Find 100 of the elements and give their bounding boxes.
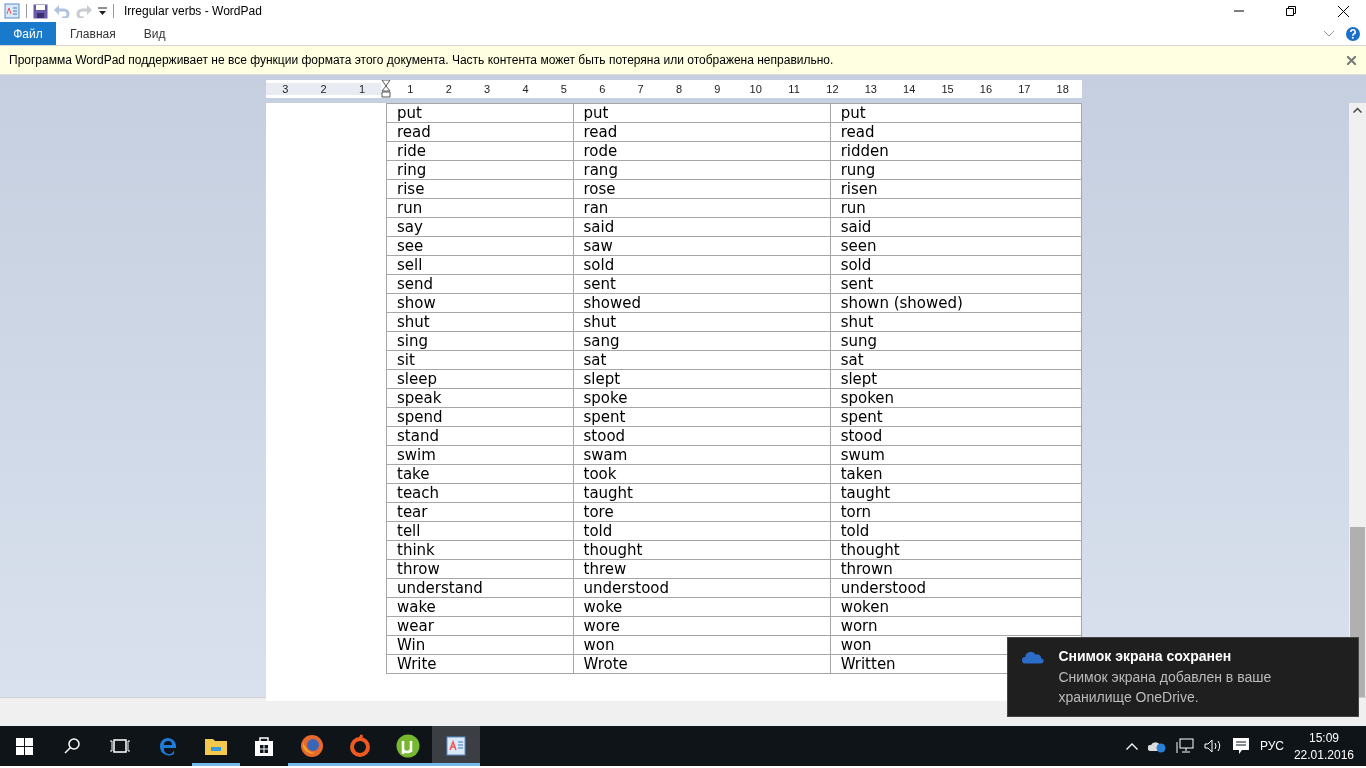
table-cell: Win <box>386 635 573 655</box>
message-icon[interactable] <box>1231 737 1250 755</box>
table-cell: ridden <box>830 141 1082 161</box>
ruler-number: 4 <box>521 83 530 95</box>
table-cell: spend <box>386 407 573 427</box>
ruler-number: 12 <box>825 83 840 95</box>
document-icon <box>4 3 20 19</box>
table-cell: Write <box>386 654 573 674</box>
notification-toast[interactable]: Снимок экрана сохранен Снимок экрана добавлен в ваше хранилище OneDrive. <box>1007 637 1359 717</box>
table-cell: taught <box>573 483 831 503</box>
table-cell: sit <box>386 350 573 370</box>
ruler-number: 2 <box>444 83 453 95</box>
table-cell: threw <box>573 559 831 579</box>
ribbon-tab[interactable]: Вид <box>129 22 180 45</box>
table-cell: rise <box>386 179 573 199</box>
browser-e-icon <box>157 735 179 757</box>
clock[interactable]: 15:09 22.01.2016 <box>1293 729 1354 763</box>
table-cell: spent <box>830 407 1082 427</box>
ruler-number: 15 <box>940 83 955 95</box>
table-cell: sang <box>573 331 831 351</box>
table-cell: saw <box>573 236 831 256</box>
table-cell: shut <box>830 312 1082 332</box>
speaker-icon[interactable] <box>1203 739 1222 753</box>
help-icon[interactable] <box>1346 26 1360 41</box>
table-cell: ran <box>573 198 831 218</box>
table-cell: sing <box>386 331 573 351</box>
mu-letter-icon <box>396 734 420 758</box>
table-cell: swum <box>830 445 1082 465</box>
ribbon-tab[interactable]: Главная <box>56 22 130 45</box>
table-cell: worn <box>830 616 1082 636</box>
table-cell: understood <box>830 578 1082 598</box>
table-cell: thought <box>830 540 1082 560</box>
clock-time: 15:09 <box>1308 729 1339 746</box>
ruler-number: 18 <box>1055 83 1070 95</box>
ruler-number: 1 <box>406 83 415 95</box>
ribbon-tab[interactable]: Файл <box>0 22 56 45</box>
close-icon <box>1346 55 1356 65</box>
table-cell: throw <box>386 559 573 579</box>
windows-logo-icon <box>15 737 33 755</box>
table-cell: put <box>573 103 831 123</box>
ruler-number: 3 <box>483 83 492 95</box>
cloud-sync-icon[interactable] <box>1147 739 1166 753</box>
table-cell: sold <box>830 255 1082 275</box>
table-cell: won <box>573 635 831 655</box>
table-cell: thrown <box>830 559 1082 579</box>
table-cell: tell <box>386 521 573 541</box>
language-indicator[interactable]: РУС <box>1259 739 1284 753</box>
table-cell: sent <box>573 274 831 294</box>
ruler-number: 6 <box>598 83 607 95</box>
table-cell: said <box>573 217 831 237</box>
ruler-number: 8 <box>674 83 683 95</box>
table-cell: woken <box>830 597 1082 617</box>
table-cell: taken <box>830 464 1082 484</box>
table-cell: spent <box>573 407 831 427</box>
table-cell: sat <box>573 350 831 370</box>
ruler-number: 5 <box>559 83 568 95</box>
ruler-number: 9 <box>713 83 722 95</box>
close-icon <box>1337 5 1349 17</box>
chevron-down-icon[interactable] <box>1324 30 1334 37</box>
table-cell: risen <box>830 179 1082 199</box>
table-cell: thought <box>573 540 831 560</box>
table-cell: tear <box>386 502 573 522</box>
table-cell: swam <box>573 445 831 465</box>
table-cell: take <box>386 464 573 484</box>
indent-marker-icon[interactable] <box>381 80 392 98</box>
table-cell: see <box>386 236 573 256</box>
table-cell: think <box>386 540 573 560</box>
table-cell: sung <box>830 331 1082 351</box>
table-cell: told <box>573 521 831 541</box>
taskbar-app[interactable] <box>432 726 480 766</box>
table-cell: rode <box>573 141 831 161</box>
table-cell: put <box>386 103 573 123</box>
network-icon[interactable] <box>1175 738 1194 754</box>
table-cell: said <box>830 217 1082 237</box>
table-cell: swim <box>386 445 573 465</box>
table-cell: say <box>386 217 573 237</box>
search-icon <box>64 738 80 754</box>
table-cell: slept <box>573 369 831 389</box>
table-cell: rang <box>573 160 831 180</box>
ruler-number: 11 <box>787 83 801 95</box>
table-cell: understand <box>386 578 573 598</box>
table-cell: read <box>573 122 831 142</box>
table-cell: run <box>386 198 573 218</box>
table-cell: understood <box>573 578 831 598</box>
table-cell: taught <box>830 483 1082 503</box>
ruler-number: 3 <box>266 83 305 95</box>
table-cell: ring <box>386 160 573 180</box>
ruler-number: 17 <box>1017 83 1032 95</box>
table-cell: tore <box>573 502 831 522</box>
dropdown-icon[interactable] <box>98 7 107 15</box>
clock-date: 22.01.2016 <box>1293 746 1354 763</box>
table-cell: stand <box>386 426 573 446</box>
scroll-up-icon[interactable] <box>1353 107 1362 113</box>
save-icon[interactable] <box>33 3 48 19</box>
table-cell: show <box>386 293 573 313</box>
scrollbar[interactable] <box>1349 103 1366 697</box>
table-cell: sell <box>386 255 573 275</box>
table-cell: wore <box>573 616 831 636</box>
ruler-number: 14 <box>902 83 917 95</box>
chevron-up-icon[interactable] <box>1125 742 1138 750</box>
